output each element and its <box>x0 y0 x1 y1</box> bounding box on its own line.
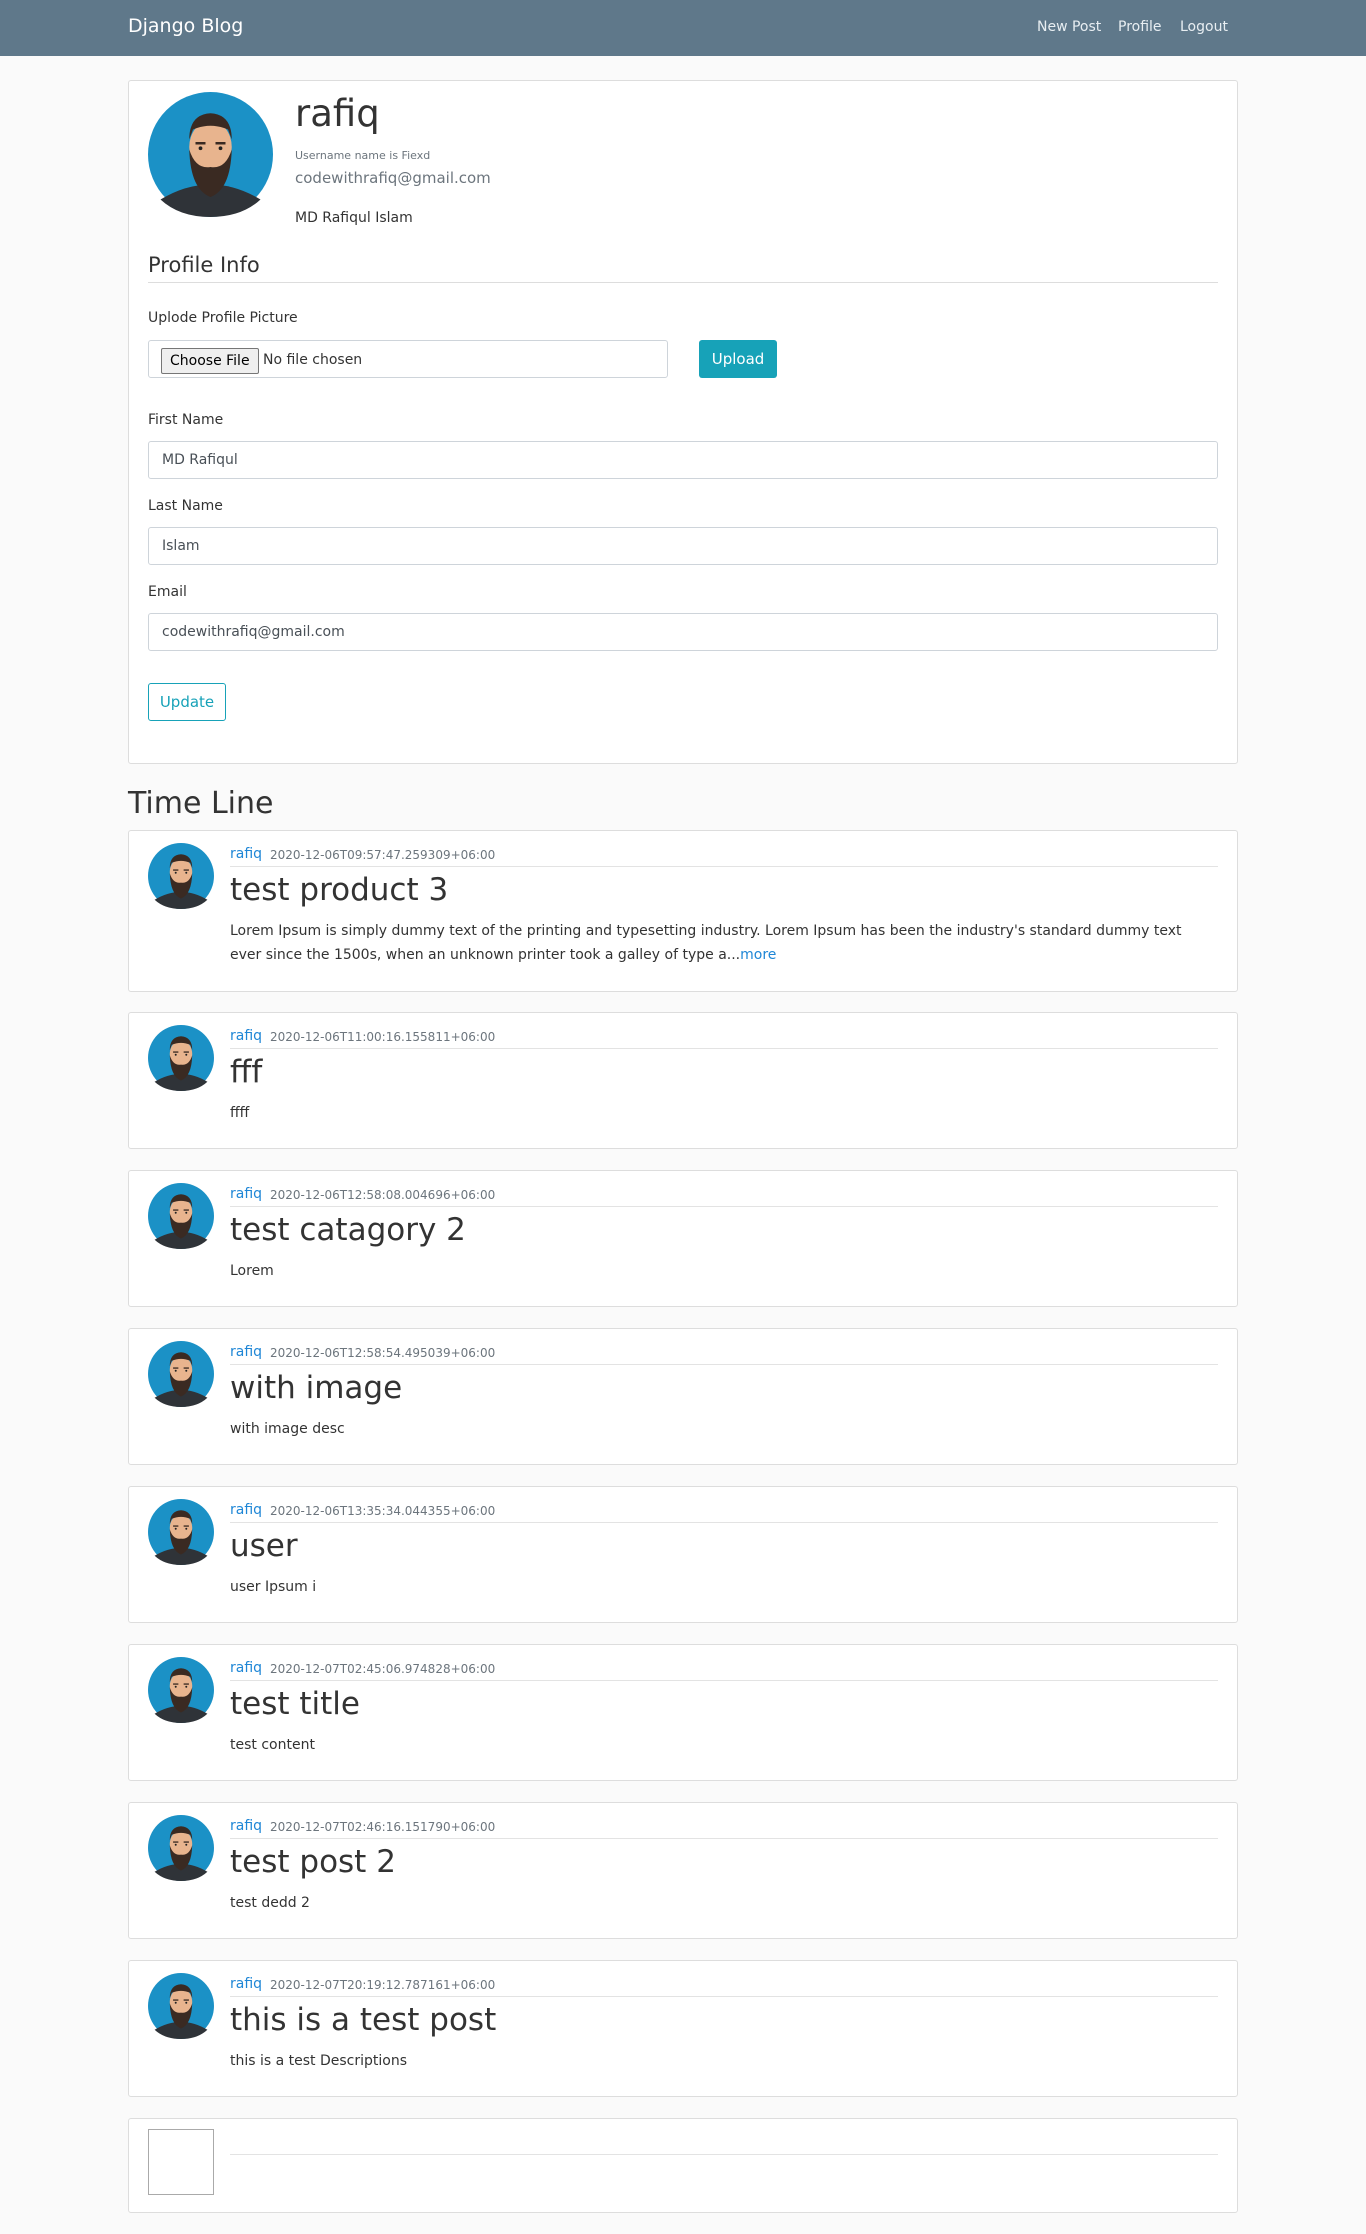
profile-full-name: MD Rafiqul Islam <box>295 210 413 226</box>
upload-label: Uplode Profile Picture <box>148 310 298 326</box>
author-avatar <box>148 1183 214 1249</box>
broken-image-icon <box>148 2129 214 2195</box>
post-card: rafiq 2020-12-07T02:46:16.151790+06:00 t… <box>128 1802 1238 1939</box>
post-title[interactable]: test title <box>230 1686 360 1722</box>
author-avatar <box>148 1025 214 1091</box>
post-date: 2020-12-06T09:57:47.259309+06:00 <box>270 848 496 862</box>
post-date: 2020-12-07T02:46:16.151790+06:00 <box>270 1820 496 1834</box>
post-card: rafiq 2020-12-06T13:35:34.044355+06:00 u… <box>128 1486 1238 1623</box>
post-card: rafiq 2020-12-06T12:58:08.004696+06:00 t… <box>128 1170 1238 1307</box>
post-author-link[interactable]: rafiq <box>230 1660 262 1676</box>
last-name-label: Last Name <box>148 498 223 514</box>
post-title[interactable]: test product 3 <box>230 872 448 908</box>
first-name-label: First Name <box>148 412 224 428</box>
post-author-link[interactable]: rafiq <box>230 1818 262 1834</box>
post-divider <box>230 1522 1218 1523</box>
post-card: rafiq 2020-12-07T02:45:06.974828+06:00 t… <box>128 1644 1238 1781</box>
post-divider <box>230 866 1218 867</box>
timeline-heading: Time Line <box>128 786 274 821</box>
post-divider <box>230 1996 1218 1997</box>
email-label: Email <box>148 584 187 600</box>
post-body: Lorem Ipsum is simply dummy text of the … <box>230 919 1215 967</box>
username-note: Username name is Fiexd <box>295 149 431 162</box>
post-body: test content <box>230 1737 315 1753</box>
email-field[interactable]: codewithrafiq@gmail.com <box>148 613 1218 651</box>
navbar: Django Blog New Post Profile Logout <box>0 0 1366 56</box>
post-title[interactable]: test post 2 <box>230 1844 396 1880</box>
post-title[interactable]: test catagory 2 <box>230 1212 466 1248</box>
nav-profile-link[interactable]: Profile <box>1118 19 1162 35</box>
post-body: Lorem <box>230 1263 274 1279</box>
profile-email: codewithrafiq@gmail.com <box>295 169 491 187</box>
post-body-text: Lorem Ipsum is simply dummy text of the … <box>230 923 1182 963</box>
brand-link[interactable]: Django Blog <box>128 15 243 37</box>
post-card: rafiq 2020-12-06T11:00:16.155811+06:00 f… <box>128 1012 1238 1149</box>
upload-button[interactable]: Upload <box>699 340 777 378</box>
post-title[interactable]: this is a test post <box>230 2002 496 2038</box>
post-author-link[interactable]: rafiq <box>230 1976 262 1992</box>
post-body: ffff <box>230 1105 250 1121</box>
author-avatar <box>148 1815 214 1881</box>
post-body: test dedd 2 <box>230 1895 310 1911</box>
post-divider <box>230 2154 1218 2155</box>
post-author-link[interactable]: rafiq <box>230 1502 262 1518</box>
post-date: 2020-12-07T20:19:12.787161+06:00 <box>270 1978 496 1992</box>
post-author-link[interactable]: rafiq <box>230 846 262 862</box>
author-avatar <box>148 1657 214 1723</box>
post-date: 2020-12-07T02:45:06.974828+06:00 <box>270 1662 496 1676</box>
section-divider <box>148 282 1218 283</box>
post-date: 2020-12-06T12:58:08.004696+06:00 <box>270 1188 496 1202</box>
post-divider <box>230 1838 1218 1839</box>
last-name-field[interactable]: Islam <box>148 527 1218 565</box>
first-name-field[interactable]: MD Rafiqul <box>148 441 1218 479</box>
post-card: rafiq 2020-12-06T09:57:47.259309+06:00 t… <box>128 830 1238 992</box>
post-card: rafiq 2020-12-06T12:58:54.495039+06:00 w… <box>128 1328 1238 1465</box>
profile-card: rafiq Username name is Fiexd codewithraf… <box>128 80 1238 764</box>
post-author-link[interactable]: rafiq <box>230 1186 262 1202</box>
choose-file-button[interactable]: Choose File <box>161 348 259 374</box>
post-card: rafiq 2020-12-07T20:19:12.787161+06:00 t… <box>128 1960 1238 2097</box>
no-file-text: No file chosen <box>263 352 363 368</box>
post-title[interactable]: fff <box>230 1054 262 1090</box>
post-body: this is a test Descriptions <box>230 2053 408 2069</box>
post-date: 2020-12-06T12:58:54.495039+06:00 <box>270 1346 496 1360</box>
nav-new-post-link[interactable]: New Post <box>1037 19 1101 35</box>
author-avatar <box>148 1341 214 1407</box>
post-body: with image desc <box>230 1421 345 1437</box>
post-title[interactable]: with image <box>230 1370 402 1406</box>
update-button[interactable]: Update <box>148 683 226 721</box>
post-divider <box>230 1206 1218 1207</box>
post-card-empty <box>128 2118 1238 2213</box>
author-avatar <box>148 1499 214 1565</box>
post-date: 2020-12-06T11:00:16.155811+06:00 <box>270 1030 496 1044</box>
post-date: 2020-12-06T13:35:34.044355+06:00 <box>270 1504 496 1518</box>
read-more-link[interactable]: more <box>740 947 776 963</box>
profile-info-heading: Profile Info <box>148 253 260 277</box>
author-avatar <box>148 843 214 909</box>
profile-username: rafiq <box>295 92 380 135</box>
post-divider <box>230 1364 1218 1365</box>
post-divider <box>230 1680 1218 1681</box>
author-avatar <box>148 1973 214 2039</box>
profile-avatar <box>148 92 273 217</box>
post-author-link[interactable]: rafiq <box>230 1028 262 1044</box>
post-author-link[interactable]: rafiq <box>230 1344 262 1360</box>
nav-logout-link[interactable]: Logout <box>1180 19 1228 35</box>
post-title[interactable]: user <box>230 1528 298 1564</box>
post-body: user Ipsum i <box>230 1579 317 1595</box>
post-divider <box>230 1048 1218 1049</box>
file-input[interactable]: Choose File No file chosen <box>148 340 668 378</box>
